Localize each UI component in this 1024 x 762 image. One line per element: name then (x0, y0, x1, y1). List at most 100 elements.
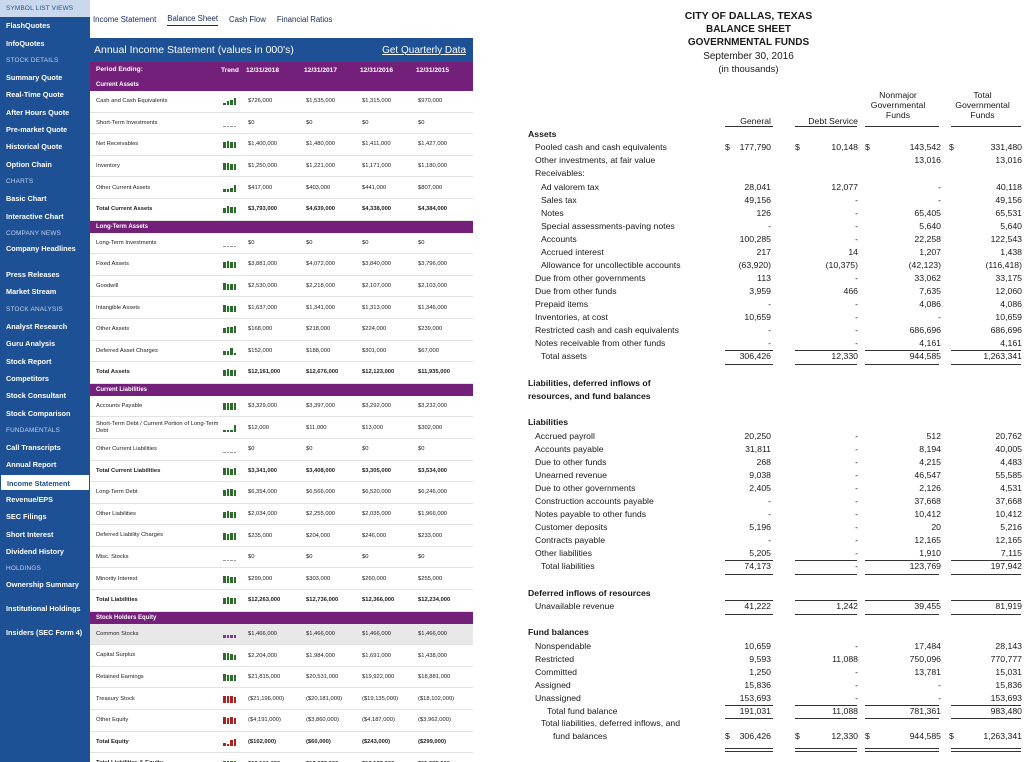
tab-financial-ratios[interactable]: Financial Ratios (277, 13, 332, 26)
nav-stock-analysis: STOCK ANALYSIS (6, 305, 63, 313)
trend-sparkbar (223, 673, 246, 682)
line-value: 49,156 (744, 195, 771, 205)
row-value: $299,000 (248, 575, 273, 582)
line-value: 12,077 (831, 182, 858, 192)
statement-row: Misc. Stocks $0 $0 $0 $0 (90, 547, 473, 569)
statement-rows: Current Assets Cash and Cash Equivalents $… (90, 79, 473, 762)
nav-revenue-eps[interactable]: Revenue/EPS (0, 491, 90, 508)
line-value: 153,693 (739, 693, 771, 703)
nav-annual-report[interactable]: Annual Report (0, 456, 90, 473)
trend-sparkbar (223, 716, 246, 725)
trend-bar (226, 634, 229, 638)
nav-interactive-chart[interactable]: Interactive Chart (0, 208, 90, 225)
get-quarterly-data-link[interactable]: Get Quarterly Data (382, 45, 466, 56)
nav-stock-consultant[interactable]: Stock Consultant (0, 387, 90, 404)
nav-institutional-holdings[interactable]: Institutional Holdings (0, 602, 90, 626)
trend-bar (223, 328, 226, 334)
trend-sparkbar (223, 488, 246, 497)
statement-row: Total Liabilities $12,263,000 $12,736,000 $… (90, 590, 473, 612)
nav-after-hours-quote[interactable]: After Hours Quote (0, 104, 90, 121)
row-value: $1,466,000 (418, 630, 448, 637)
nav-guru-analysis[interactable]: Guru Analysis (0, 335, 90, 352)
total-rule (951, 751, 1021, 752)
nav-stock-details: STOCK DETAILS (6, 56, 59, 64)
nav-sec-filings[interactable]: SEC Filings (0, 508, 90, 525)
trend-bar (223, 575, 226, 583)
line-value: 55,585 (995, 470, 1022, 480)
tab-balance-sheet[interactable]: Balance Sheet (167, 12, 218, 26)
nav-basic-chart[interactable]: Basic Chart (0, 190, 90, 207)
nav-stock-comparison[interactable]: Stock Comparison (0, 405, 90, 422)
line-value: 13,016 (995, 155, 1022, 165)
row-value: $1,984,000 (306, 652, 336, 659)
nav-stock-report[interactable]: Stock Report (0, 353, 90, 370)
tab-income-statement[interactable]: Income Statement (93, 13, 156, 26)
statement-row: Inventory $1,250,000 $1,221,000 $1,171,000 $… (90, 156, 473, 178)
nav-dividend-history[interactable]: Dividend History (0, 543, 90, 560)
row-value: $1,427,000 (418, 141, 448, 148)
nav-market-stream[interactable]: Market Stream (0, 283, 90, 300)
nav-insiders-sec-form-4[interactable]: Insiders (SEC Form 4) (0, 626, 90, 650)
trend-bar (233, 262, 236, 269)
trend-sparkbar (223, 575, 246, 583)
nav-real-time-quote[interactable]: Real-Time Quote (0, 86, 90, 103)
period-date: 12/31/2018 (246, 67, 280, 74)
trend-bar (233, 184, 236, 192)
trend-bar (233, 245, 236, 247)
nav-summary-quote[interactable]: Summary Quote (0, 69, 90, 86)
row-value: $235,000 (248, 532, 273, 539)
col-header-general: General (740, 116, 771, 126)
nav-analyst-research[interactable]: Analyst Research (0, 318, 90, 335)
total-rule (725, 350, 773, 351)
nav-income-statement[interactable]: Income Statement (0, 473, 90, 492)
nav-press-releases[interactable]: Press Releases (0, 266, 90, 283)
nav-infoquotes[interactable]: InfoQuotes (0, 35, 90, 52)
section-header: Current Liabilities (90, 383, 473, 396)
line-value: - (938, 680, 941, 690)
row-value: $3,840,000 (362, 261, 392, 268)
statement-row: Short-Term Debt / Current Portion of Lon… (90, 417, 473, 439)
row-label: Total Liabilities (96, 597, 138, 604)
row-value: $3,881,000 (248, 261, 278, 268)
row-value: $67,000 (418, 347, 439, 354)
line-value: - (768, 325, 771, 335)
row-value: $1,535,000 (306, 98, 336, 105)
row-value: $0 (306, 119, 313, 126)
row-value: $0 (362, 239, 369, 246)
trend-bar (230, 452, 233, 454)
nav-flashquotes[interactable]: FlashQuotes (0, 17, 90, 34)
nav-company-headlines[interactable]: Company Headlines (0, 242, 90, 266)
row-value: $1,315,000 (362, 98, 392, 105)
line-value: 13,781 (914, 667, 941, 677)
line-label: Restricted (535, 654, 575, 664)
line-value: 12,165 (914, 535, 941, 545)
line-label: Allowance for uncollectible accounts (541, 260, 681, 270)
line-value: 33,062 (914, 273, 941, 283)
line-label: Unearned revenue (535, 470, 607, 480)
row-value: $12,000 (248, 424, 269, 431)
nav-option-chain[interactable]: Option Chain (0, 156, 90, 173)
line-value: - (938, 312, 941, 322)
trend-bar (223, 652, 226, 660)
trend-bar (230, 468, 233, 475)
trend-bar (223, 351, 226, 355)
line-value: - (855, 693, 858, 703)
nav-pre-market-quote[interactable]: Pre-market Quote (0, 121, 90, 138)
trend-bar (226, 326, 229, 334)
total-rule (795, 718, 857, 719)
nav-call-transcripts[interactable]: Call Transcripts (0, 439, 90, 456)
nav-ownership-summary[interactable]: Ownership Summary (0, 578, 90, 602)
row-value: ($3,962,000) (418, 717, 451, 724)
col-header-line: Governmental (870, 100, 926, 110)
row-value: $3,796,000 (418, 261, 448, 268)
nav-symbol-list-views: SYMBOL LIST VIEWS (0, 0, 90, 18)
line-value: 49,156 (995, 195, 1022, 205)
nav-historical-quote[interactable]: Historical Quote (0, 138, 90, 155)
row-value: $152,000 (248, 347, 273, 354)
line-value: - (855, 208, 858, 218)
nav-short-interest[interactable]: Short Interest (0, 526, 90, 543)
tab-cash-flow[interactable]: Cash Flow (229, 13, 266, 26)
row-value: $188,000 (306, 347, 331, 354)
nav-competitors[interactable]: Competitors (0, 370, 90, 387)
line-value: 1,207 (919, 247, 941, 257)
